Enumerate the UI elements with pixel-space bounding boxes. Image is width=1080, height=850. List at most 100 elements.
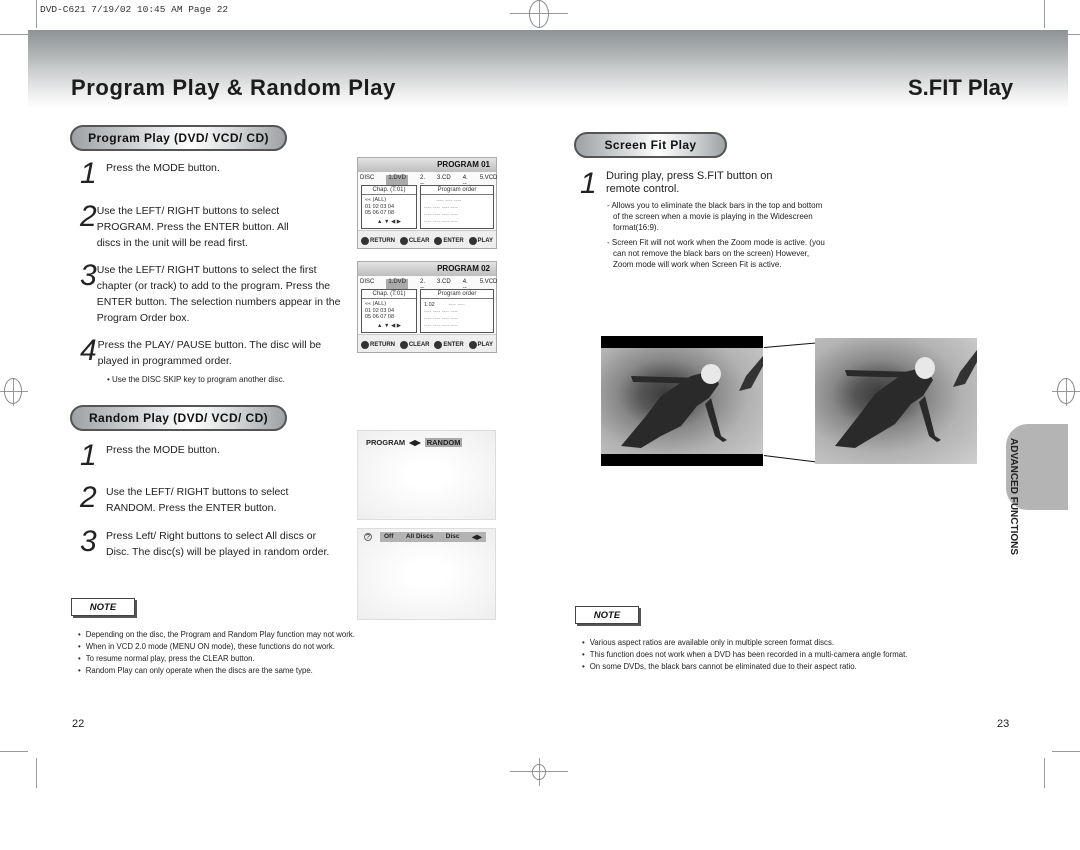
crop-mark xyxy=(1044,0,1045,28)
chapter-row-1: 01 02 03 04 xyxy=(365,204,395,210)
note-label-left: NOTE xyxy=(71,598,135,616)
note-item: Various aspect ratios are available only… xyxy=(582,637,907,649)
all-label: «« (ALL) xyxy=(365,197,387,203)
crop-mark xyxy=(36,0,37,28)
crop-mark xyxy=(36,758,37,788)
osd-title: PROGRAM 01 xyxy=(358,158,496,172)
page-title-right: S.FIT Play xyxy=(908,75,1014,100)
program-step-4: 4 Press the PLAY/ PAUSE button. The disc… xyxy=(80,336,342,369)
registration-mark xyxy=(1057,378,1075,404)
page-number-left: 22 xyxy=(72,718,85,730)
step-number: 1 xyxy=(80,439,97,472)
return-icon xyxy=(361,237,369,245)
chapter-box: Chap. (T:01) «« (ALL) 01 02 03 04 05 06 … xyxy=(361,185,417,229)
screen-fit-heading: Screen Fit Play xyxy=(574,132,727,158)
nav-arrows-icon: ▲ ▼ ◀ ▶ xyxy=(377,219,401,225)
note-item: Depending on the disc, the Program and R… xyxy=(78,629,355,641)
program-order-header: Program order xyxy=(421,290,493,299)
note-label-right: NOTE xyxy=(575,606,639,624)
side-tab-label: ADVANCED FUNCTIONS xyxy=(1008,438,1019,556)
random-option-selected: RANDOM xyxy=(424,438,463,447)
step-text: Press the MODE button. xyxy=(106,162,220,174)
sfit-detail: - Screen Fit will not work when the Zoom… xyxy=(607,238,825,269)
osd-footer: RETURN CLEAR ENTER PLAY xyxy=(361,237,493,245)
registration-mark xyxy=(4,378,22,404)
widescreen-image-with-bars xyxy=(601,336,763,466)
play-icon xyxy=(468,237,477,245)
step-text: Press the PLAY/ PAUSE button. The disc w… xyxy=(97,339,322,367)
program-order-box: Program order 1.02 ---- ---- ---- ---- -… xyxy=(420,289,494,333)
chapter-header: Chap. (T:01) xyxy=(362,186,416,195)
chapter-box: Chap. (T:01) «« (ALL) 01 02 03 04 05 06 … xyxy=(361,289,417,333)
enter-hint: ENTER xyxy=(434,341,464,349)
crop-mark xyxy=(1052,751,1080,752)
step-text: Use the LEFT/ RIGHT buttons to select th… xyxy=(96,264,341,324)
crop-mark xyxy=(0,751,28,752)
step-text: During play, press S.FIT button on remot… xyxy=(606,170,773,195)
note-item: To resume normal play, press the CLEAR b… xyxy=(78,653,355,665)
play-hint: PLAY xyxy=(468,237,493,245)
sfit-detail: - Allows you to eliminate the black bars… xyxy=(607,201,823,232)
connector-line xyxy=(763,455,816,463)
left-right-arrows-icon: ◀▶ xyxy=(472,534,482,541)
program-order-slots: 1.02 ---- ---- ---- ---- ---- ---- ---- … xyxy=(424,302,465,329)
note-item: Random Play can only operate when the di… xyxy=(78,665,355,677)
program-play-heading: Program Play (DVD/ VCD/ CD) xyxy=(70,125,287,151)
step-text: Press the MODE button. xyxy=(106,444,220,456)
black-bar-bottom xyxy=(601,454,763,466)
step-number: 3 xyxy=(80,259,97,292)
nav-arrows-icon: ▲ ▼ ◀ ▶ xyxy=(377,323,401,329)
random-option-all-discs: All Discs xyxy=(405,533,434,540)
program-order-entry: 1.02 xyxy=(424,302,435,308)
program-step-2: 2 Use the LEFT/ RIGHT buttons to select … xyxy=(80,200,290,251)
random-play-heading: Random Play (DVD/ VCD/ CD) xyxy=(70,405,287,431)
return-icon xyxy=(361,341,369,349)
program-order-header: Program order xyxy=(421,186,493,195)
screen-fit-image xyxy=(815,338,977,464)
step-text: Use the LEFT/ RIGHT buttons to select RA… xyxy=(106,486,289,514)
return-hint: RETURN xyxy=(361,341,395,349)
enter-hint: ENTER xyxy=(434,237,464,245)
enter-icon xyxy=(434,237,443,245)
random-step-3: 3 Press Left/ Right buttons to select Al… xyxy=(80,527,342,560)
disc-skip-tip: • Use the DISC SKIP key to program anoth… xyxy=(107,375,285,384)
random-option-bar: Off All Discs Disc ◀▶ xyxy=(380,532,486,542)
osd-program-01: PROGRAM 01 DISC 1.DVD 2. --- 3.CD 4. ---… xyxy=(357,157,497,249)
clear-hint: CLEAR xyxy=(399,237,430,245)
play-icon xyxy=(468,341,477,349)
random-icon: ? xyxy=(364,533,372,541)
connector-line xyxy=(764,342,816,348)
program-step-1: 1 Press the MODE button. xyxy=(80,159,340,189)
random-option-off: Off xyxy=(384,533,394,540)
skater-silhouette-icon xyxy=(621,356,763,448)
crop-mark xyxy=(1044,758,1045,788)
registration-mark xyxy=(529,0,549,28)
step-number: 2 xyxy=(80,200,97,233)
random-step-2: 2 Use the LEFT/ RIGHT buttons to select … xyxy=(80,481,342,516)
all-label: «« (ALL) xyxy=(365,301,387,307)
skater-silhouette-icon xyxy=(835,350,977,448)
notes-right: Various aspect ratios are available only… xyxy=(582,637,908,673)
random-option-disc: Disc xyxy=(445,533,460,540)
crop-mark xyxy=(0,34,28,35)
note-item: When in VCD 2.0 mode (MENU ON mode), the… xyxy=(78,641,355,653)
step-text: Use the LEFT/ RIGHT buttons to select PR… xyxy=(96,205,289,249)
program-step-3: 3 Use the LEFT/ RIGHT buttons to select … xyxy=(80,259,342,326)
print-header: DVD-C621 7/19/02 10:45 AM Page 22 xyxy=(40,4,229,15)
osd-random-mode: PROGRAM ◀▶ RANDOM xyxy=(357,430,496,520)
step-text: Press Left/ Right buttons to select All … xyxy=(106,530,330,558)
step-number: 1 xyxy=(580,167,597,200)
osd-title: PROGRAM 02 xyxy=(358,262,496,276)
enter-icon xyxy=(434,341,443,349)
clear-icon xyxy=(399,341,408,349)
return-hint: RETURN xyxy=(361,237,395,245)
notes-left: Depending on the disc, the Program and R… xyxy=(78,629,355,677)
left-right-arrows-icon: ◀▶ xyxy=(409,438,421,447)
osd-footer: RETURN CLEAR ENTER PLAY xyxy=(361,341,493,349)
osd-random-select: ? Off All Discs Disc ◀▶ xyxy=(357,528,496,620)
page-title-left: Program Play & Random Play xyxy=(71,75,396,100)
sfit-step-1: 1 During play, press S.FIT button on rem… xyxy=(580,167,820,200)
black-bar-top xyxy=(601,336,763,348)
step-number: 2 xyxy=(80,481,97,514)
program-order-box: Program order ---- ---- ---- ---- ---- -… xyxy=(420,185,494,229)
